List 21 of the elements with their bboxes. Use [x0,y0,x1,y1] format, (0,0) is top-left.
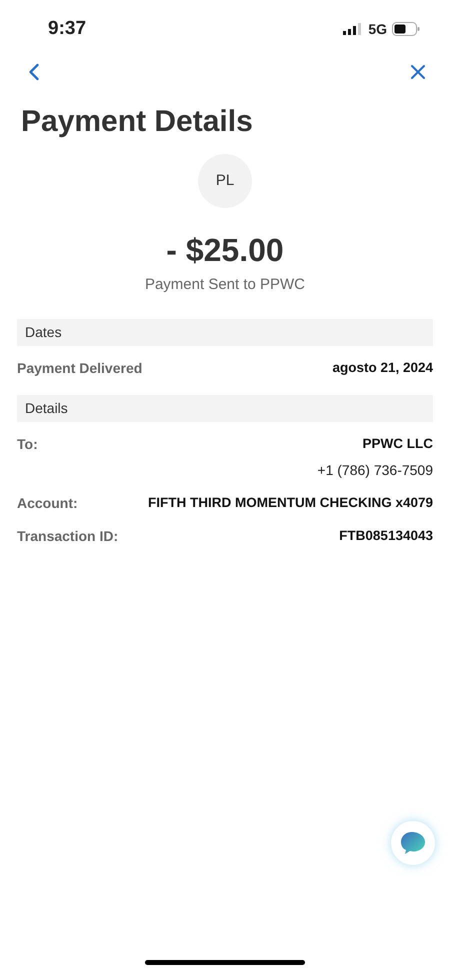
status-time: 9:37 [48,16,86,41]
avatar: PL [198,154,252,208]
battery-icon [392,22,420,36]
detail-label: Account: [17,494,78,513]
network-label: 5G [368,20,387,38]
detail-value: PPWC LLC [362,434,433,452]
detail-value: +1 (786) 736-7509 [317,460,433,480]
page-title: Payment Details [20,104,254,140]
detail-label: Payment Delivered [17,358,142,378]
signal-icon [343,23,364,35]
amount: - $25.00 [165,231,285,270]
detail-label: To: [17,434,38,454]
detail-value: FIFTH THIRD MOMENTUM CHECKING x4079 [148,494,433,512]
detail-value: agosto 21, 2024 [332,358,433,377]
section-header: Dates [17,318,433,346]
detail-value: FTB085134043 [339,526,433,545]
chat-bubble-icon [400,831,426,855]
chat-button[interactable] [391,821,435,865]
section-header: Details [17,394,433,422]
payment-subtitle: Payment Sent to PPWC [144,275,306,295]
detail-label: Transaction ID: [17,526,118,546]
